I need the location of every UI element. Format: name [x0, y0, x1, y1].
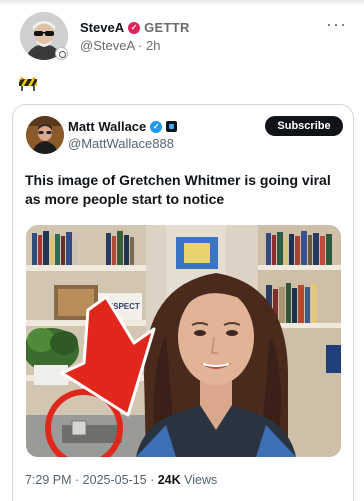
author-row: SteveA ✓ GETTR	[80, 20, 190, 35]
post-metadata: 7:29 PM · 2025-05-15 · 24K Views	[25, 473, 217, 487]
top-fade	[0, 0, 364, 6]
post-timestamp[interactable]: 7:29 PM · 2025-05-15 ·	[25, 473, 158, 487]
affiliate-badge-icon	[166, 121, 178, 132]
views-count: 24K	[157, 473, 181, 487]
views-label: Views	[184, 473, 218, 487]
subscribe-button[interactable]: Subscribe	[265, 116, 343, 136]
quoted-author-avatar[interactable]	[26, 116, 64, 154]
author-name[interactable]: SteveA	[80, 20, 124, 35]
quoted-author-row: Matt Wallace ✓	[68, 119, 178, 134]
more-options-icon[interactable]: ···	[326, 14, 347, 35]
verified-badge-icon: ✓	[150, 120, 163, 133]
source-label: GETTR	[144, 20, 190, 35]
author-handle-row: @SteveA · 2h	[80, 38, 160, 53]
badge-icon	[55, 47, 68, 60]
author-handle[interactable]: @SteveA	[80, 38, 134, 53]
quoted-author-handle[interactable]: @MattWallace888	[68, 136, 174, 151]
quoted-post-card[interactable]: Matt Wallace ✓ @MattWallace888 Subscribe…	[12, 104, 354, 501]
construction-barrier-icon	[19, 77, 37, 91]
post-media-image[interactable]: RESPECT	[26, 225, 341, 457]
post-text: This image of Gretchen Whitmer is going …	[25, 172, 331, 207]
post-time: · 2h	[138, 38, 161, 53]
quoted-author-name[interactable]: Matt Wallace	[68, 119, 146, 134]
verified-check-icon: ✓	[128, 21, 141, 34]
